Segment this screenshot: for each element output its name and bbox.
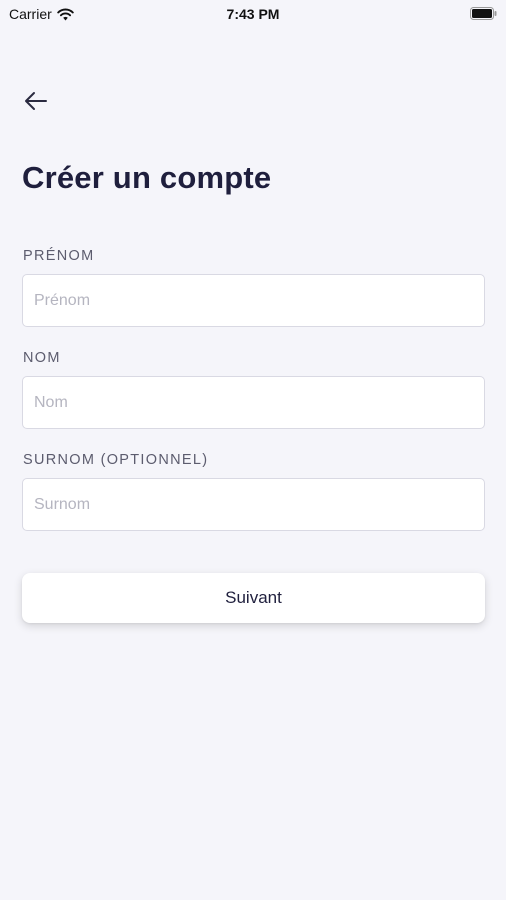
nickname-label: SURNOM (OPTIONNEL) [23,452,209,468]
first-name-label: PRÉNOM [23,248,95,264]
back-button[interactable] [20,86,52,116]
first-name-input[interactable] [22,274,485,327]
arrow-left-icon [25,92,47,110]
page-title: Créer un compte [22,160,272,195]
last-name-label: NOM [23,350,61,366]
next-button[interactable]: Suivant [22,573,485,623]
battery-icon [470,7,497,20]
nickname-input[interactable] [22,478,485,531]
last-name-input[interactable] [22,376,485,429]
status-time: 7:43 PM [226,6,280,22]
status-bar: Carrier 7:43 PM [0,0,506,28]
